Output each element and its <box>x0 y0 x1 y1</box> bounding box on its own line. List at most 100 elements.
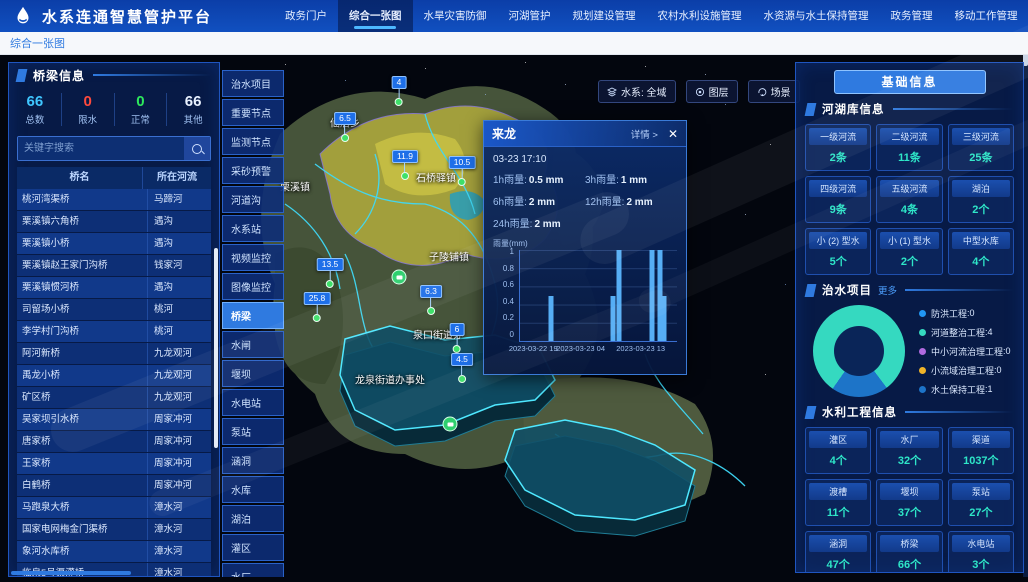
search-input[interactable] <box>18 137 184 160</box>
table-row[interactable]: 唐家桥 周家冲河 <box>17 431 211 452</box>
layer-menu-item[interactable]: 泵站 <box>222 418 284 445</box>
layer-menu-item[interactable]: 图像监控 <box>222 273 284 300</box>
nav-item[interactable]: 水资源与水土保持管理 <box>753 0 880 32</box>
nav-item[interactable]: 规划建设管理 <box>562 0 647 32</box>
table-row[interactable]: 栗溪镇惯河桥 遇沟 <box>17 277 211 298</box>
search-button[interactable] <box>184 137 210 160</box>
table-row[interactable]: 国家电网梅金门渠桥 漳水河 <box>17 519 211 540</box>
y-tick: 0.2 <box>503 313 514 322</box>
table-row[interactable]: 桃河湾渠桥 马蹄河 <box>17 189 211 210</box>
nav-item[interactable]: 政务门户 <box>274 0 338 32</box>
header-tag-icon <box>805 406 817 419</box>
water-level-marker[interactable]: 11.9 <box>392 150 418 180</box>
table-row[interactable]: 吴家坝引水桥 周家冲河 <box>17 409 211 430</box>
table-row[interactable]: 李学村门沟桥 桃河 <box>17 321 211 342</box>
water-level-marker[interactable]: 6 <box>450 323 465 353</box>
layer-menu-item[interactable]: 监测节点 <box>222 128 284 155</box>
nav-item[interactable]: 农村水利设施管理 <box>647 0 753 32</box>
stat-label: 限水 <box>62 112 114 126</box>
stat-card: 一级河流 2条 <box>805 124 871 171</box>
layer-toggle-button[interactable]: 图层 <box>686 80 738 103</box>
marker-value-badge: 6.5 <box>334 112 356 125</box>
river-name-cell: 遇沟 <box>148 233 211 254</box>
table-row[interactable]: 禹龙小桥 九龙观河 <box>17 365 211 386</box>
marker-value-badge: 6 <box>450 323 465 336</box>
nav-item[interactable]: 移动工作管理 <box>944 0 1028 32</box>
layer-menu-item[interactable]: 视频监控 <box>222 244 284 271</box>
more-link[interactable]: 更多 <box>878 283 897 297</box>
card-value: 1037个 <box>952 448 1010 470</box>
water-level-marker[interactable]: 10.5 <box>449 156 476 186</box>
card-label: 渡槽 <box>809 483 867 500</box>
layer-menu-item[interactable]: 水闸 <box>222 331 284 358</box>
table-row[interactable]: 王家桥 周家冲河 <box>17 453 211 474</box>
bridge-stat: 66 总数 <box>9 93 62 126</box>
rain-metric: 1h雨量:0.5 mm <box>493 171 585 186</box>
basic-info-button[interactable]: 基础信息 <box>834 70 986 94</box>
top-navbar: 水系连通智慧管护平台 政务门户综合一张图水旱灾害防御河湖管护规划建设管理农村水利… <box>0 0 1028 32</box>
town-label: 子陵铺镇 <box>429 249 469 264</box>
header-tag-icon <box>805 284 817 297</box>
nav-item[interactable]: 综合一张图 <box>338 0 413 32</box>
layer-menu-item[interactable]: 水电站 <box>222 389 284 416</box>
layer-menu-item[interactable]: 重要节点 <box>222 99 284 126</box>
water-level-marker[interactable]: 6.5 <box>334 112 356 142</box>
camera-icon[interactable] <box>392 270 407 285</box>
layer-menu-item[interactable]: 湖泊 <box>222 505 284 532</box>
water-system-selector[interactable]: 水系: 全域 <box>598 80 676 103</box>
scene-toggle-button[interactable]: 场景 <box>748 80 800 103</box>
x-tick: 2023-03-23 04 <box>556 344 605 353</box>
table-row[interactable]: 栗溪镇六角桥 遇沟 <box>17 211 211 232</box>
water-level-marker[interactable]: 6.3 <box>420 285 442 315</box>
table-row[interactable]: 白鹤桥 周家冲河 <box>17 475 211 496</box>
layer-menu-item[interactable]: 灌区 <box>222 534 284 561</box>
layer-menu-item[interactable]: 治水项目 <box>222 70 284 97</box>
card-value: 25条 <box>952 145 1010 167</box>
town-label: 龙泉街道办事处 <box>355 372 425 387</box>
card-label: 水厂 <box>880 431 938 448</box>
close-icon[interactable]: ✕ <box>668 128 678 140</box>
header-tag-icon <box>805 103 817 116</box>
bridge-name-cell: 国家电网梅金门渠桥 <box>17 519 148 540</box>
detail-link[interactable]: 详情 > <box>631 127 658 141</box>
river-name-cell: 漳水河 <box>148 541 211 562</box>
table-row[interactable]: 马跑泉大桥 漳水河 <box>17 497 211 518</box>
table-row[interactable]: 司留场小桥 桃河 <box>17 299 211 320</box>
water-level-marker[interactable]: 4.5 <box>451 353 473 383</box>
stat-card: 小 (2) 型水 5个 <box>805 228 871 275</box>
layer-menu-item[interactable]: 采砂预警 <box>222 157 284 184</box>
layer-menu-item[interactable]: 堰坝 <box>222 360 284 387</box>
layer-menu-item[interactable]: 水系站 <box>222 215 284 242</box>
table-row[interactable]: 矿区桥 九龙观河 <box>17 387 211 408</box>
water-level-marker[interactable]: 13.5 <box>317 258 344 288</box>
layer-menu-item[interactable]: 河道沟 <box>222 186 284 213</box>
layer-menu-item[interactable]: 水库 <box>222 476 284 503</box>
card-label: 泵站 <box>952 483 1010 500</box>
table-row[interactable]: 栗溪镇小桥 遇沟 <box>17 233 211 254</box>
breadcrumb[interactable]: 综合一张图 <box>10 35 65 51</box>
bridge-panel-header: 桥梁信息 <box>9 63 219 87</box>
map-controls: 水系: 全域 图层 场景 <box>598 80 800 103</box>
card-label: 涵洞 <box>809 535 867 552</box>
marker-value-badge: 13.5 <box>317 258 344 271</box>
nav-item[interactable]: 河湖管护 <box>498 0 562 32</box>
stat-card: 堰坝 37个 <box>876 479 942 526</box>
marker-value-badge: 25.8 <box>304 292 331 305</box>
layer-menu-item[interactable]: 桥梁 <box>222 302 284 329</box>
table-row[interactable]: 象河水库桥 漳水河 <box>17 541 211 562</box>
water-level-marker[interactable]: 25.8 <box>304 292 331 322</box>
bridge-table: 桃河湾渠桥 马蹄河 栗溪镇六角桥 遇沟 栗溪镇小桥 遇沟 栗溪镇赵王家门沟桥 钱… <box>17 189 211 577</box>
nav-item[interactable]: 政务管理 <box>880 0 944 32</box>
table-row[interactable]: 栗溪镇赵王家门沟桥 钱家河 <box>17 255 211 276</box>
nav-item[interactable]: 水旱灾害防御 <box>413 0 498 32</box>
table-row[interactable]: 阿河新桥 九龙观河 <box>17 343 211 364</box>
y-tick: 0.6 <box>503 280 514 289</box>
water-level-marker[interactable]: 4 <box>392 76 407 106</box>
legend-item: 防洪工程: 0 <box>919 307 1011 320</box>
vertical-scrollbar[interactable] <box>214 248 218 448</box>
layer-menu-item[interactable]: 水厂 <box>222 563 284 577</box>
horizontal-scrollbar[interactable] <box>11 571 131 575</box>
rain-metric: 24h雨量:2 mm <box>493 215 585 230</box>
layer-menu-item[interactable]: 涵洞 <box>222 447 284 474</box>
camera-icon[interactable] <box>443 417 458 432</box>
